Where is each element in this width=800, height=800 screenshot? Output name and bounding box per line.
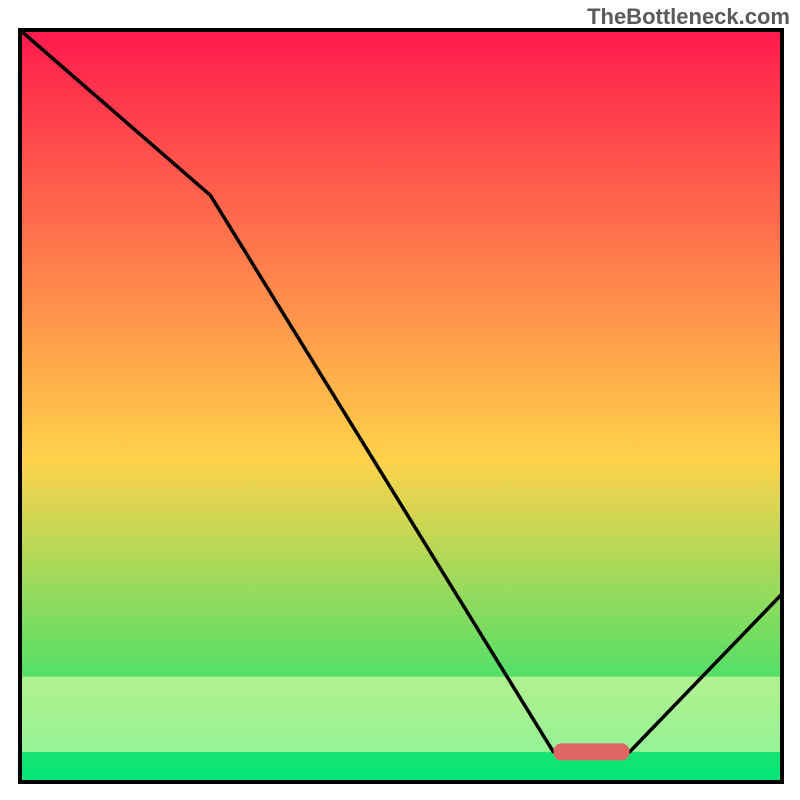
bottleneck-chart [0,0,800,800]
chart-container: TheBottleneck.com [0,0,800,800]
highlight-range-marker [553,743,629,760]
plot-background [20,30,782,782]
attribution-text: TheBottleneck.com [587,4,790,30]
